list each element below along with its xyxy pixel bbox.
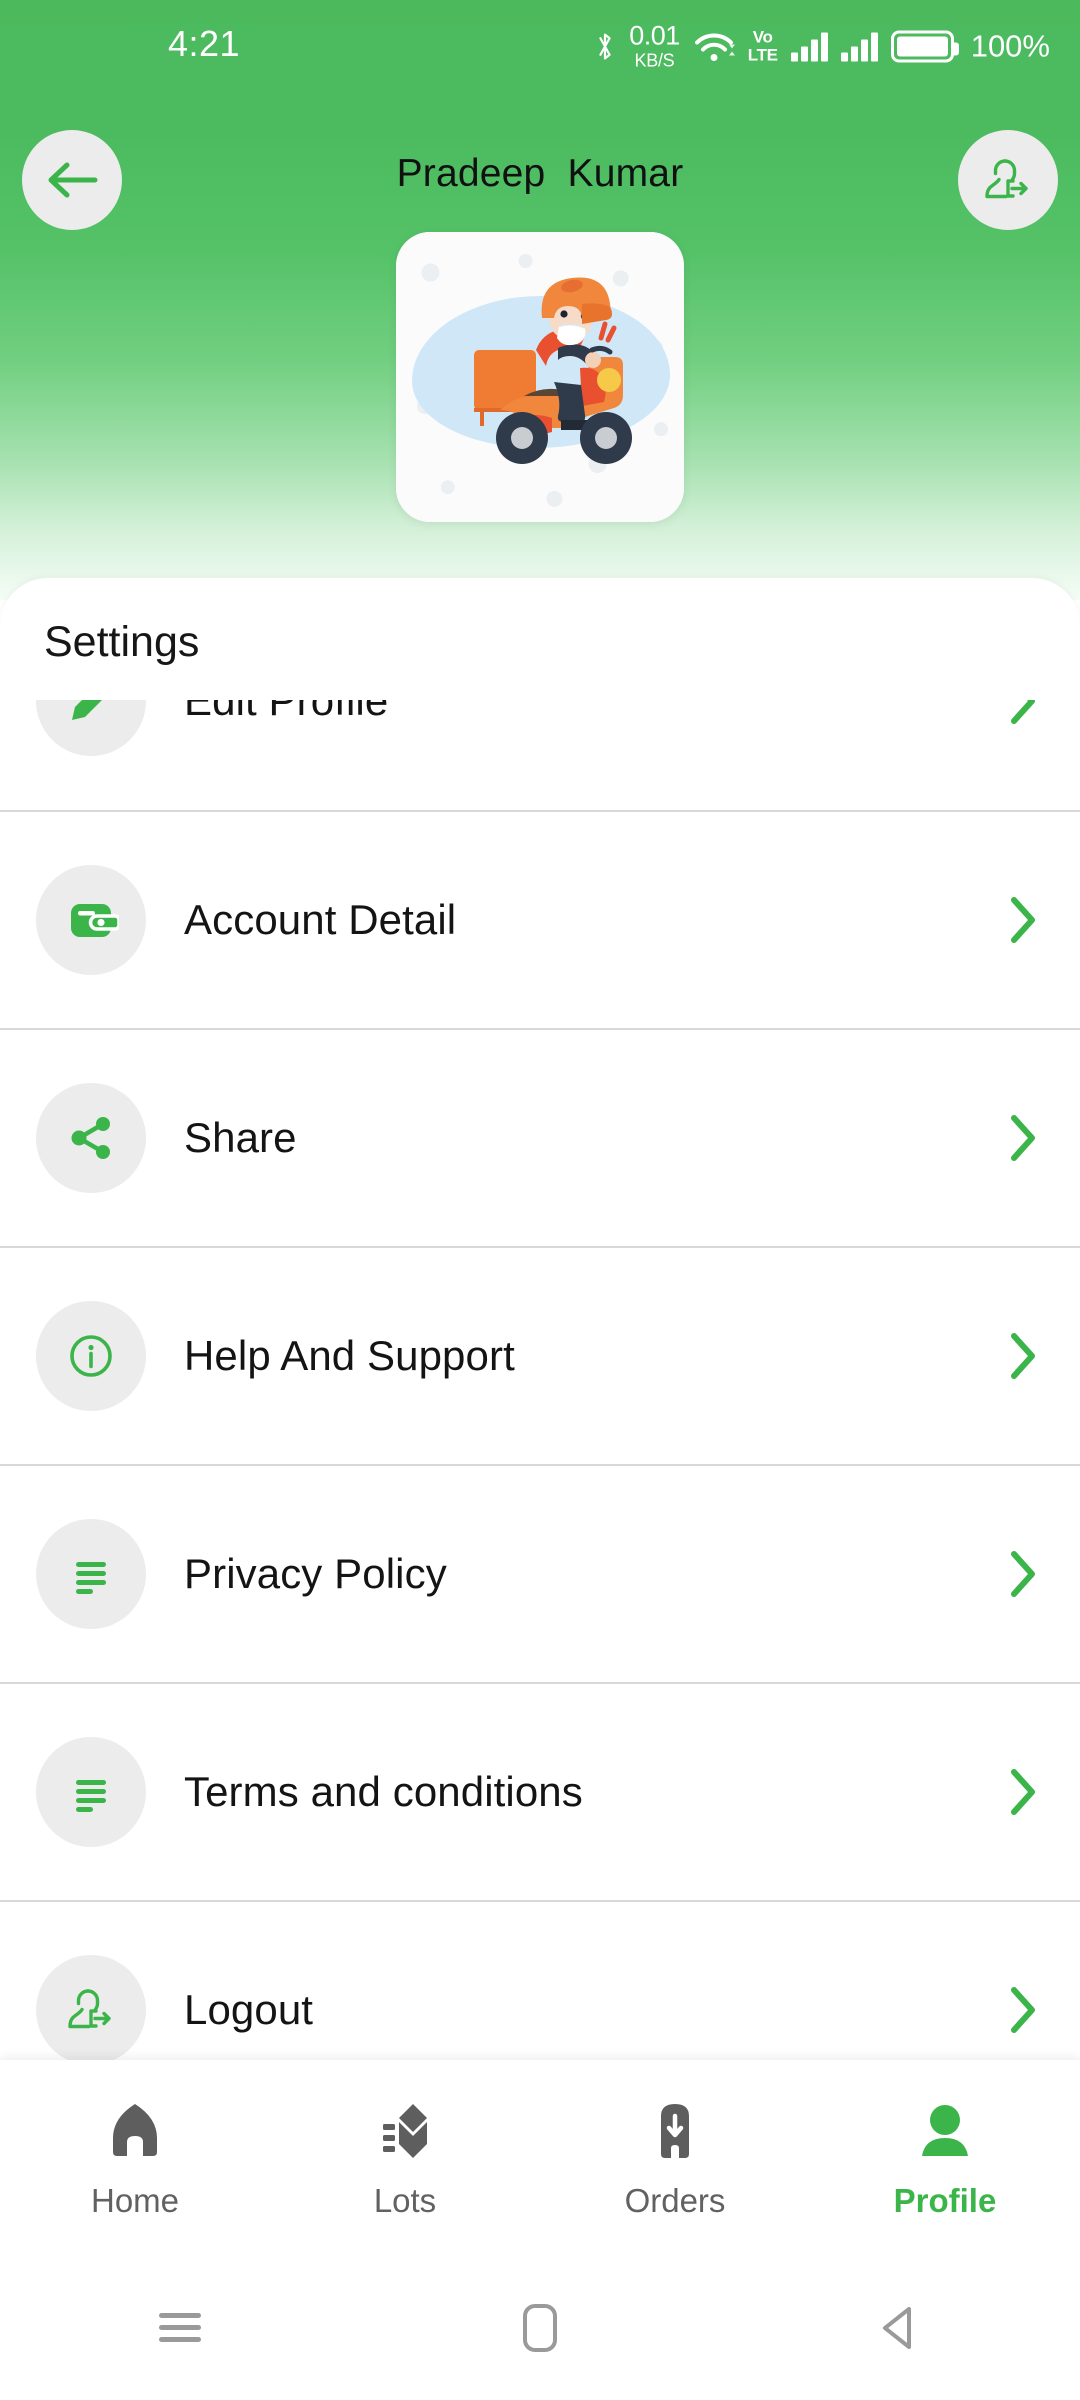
- home-pill-icon: [523, 2303, 557, 2352]
- document-lines-icon: [36, 1737, 146, 1847]
- settings-row-share[interactable]: Share: [0, 1028, 1080, 1246]
- chevron-right-icon: [1006, 1764, 1040, 1820]
- settings-row-terms-and-conditions[interactable]: Terms and conditions: [0, 1682, 1080, 1900]
- pencil-edit-icon: [36, 700, 146, 756]
- signal-bars-icon-sim1: [790, 31, 828, 61]
- lots-box-icon: [383, 2103, 427, 2158]
- signal-bars-icon-sim2: [840, 31, 878, 61]
- network-speed-value: 0.01: [629, 20, 680, 51]
- settings-row-label: Terms and conditions: [184, 1768, 583, 1815]
- share-icon: [36, 1083, 146, 1193]
- orders-box-download-icon: [661, 2103, 689, 2158]
- android-navigation-bar: [0, 2255, 1080, 2400]
- nav-tab-label: Orders: [624, 2181, 726, 2219]
- document-lines-icon: [36, 1519, 146, 1629]
- settings-row-account-detail[interactable]: Account Detail: [0, 810, 1080, 1028]
- nav-tab-label: Home: [90, 2181, 180, 2219]
- settings-row-privacy-policy[interactable]: Privacy Policy: [0, 1464, 1080, 1682]
- chevron-right-icon: [1006, 1110, 1040, 1166]
- wifi-icon: [693, 29, 735, 63]
- person-icon: [922, 2104, 968, 2156]
- settings-row-edit-profile[interactable]: Edit Profile: [0, 700, 1080, 810]
- network-speed-unit: KB/S: [634, 50, 675, 71]
- nav-tab-label: Profile: [893, 2181, 997, 2219]
- settings-row-label: Help And Support: [184, 1332, 515, 1379]
- chevron-right-icon: [1006, 892, 1040, 948]
- battery-percent-label: 100%: [970, 28, 1050, 63]
- chevron-right-icon: [1006, 1982, 1040, 2038]
- bottom-navigation-bar: Home Lots Orders Profile: [0, 2060, 1080, 2255]
- status-bar: 4:21 0.01 KB/S Vo LTE 100%: [0, 0, 1080, 96]
- info-circle-icon: [36, 1301, 146, 1411]
- bluetooth-icon: [599, 32, 611, 60]
- phone-screen: 4:21 0.01 KB/S Vo LTE 100% Pradeep Kumar…: [0, 0, 1080, 2400]
- nav-tab-profile[interactable]: Profile: [810, 2096, 1080, 2220]
- home-icon: [113, 2103, 157, 2156]
- settings-row-label: Logout: [184, 1986, 314, 2033]
- header-logout-button[interactable]: [958, 130, 1058, 230]
- page-title: Pradeep Kumar: [396, 152, 684, 195]
- network-speed-indicator: 0.01 KB/S: [629, 20, 680, 71]
- settings-list[interactable]: Edit Profile Account Detail Share Help A…: [0, 700, 1080, 2090]
- nav-tab-home[interactable]: Home: [0, 2096, 270, 2220]
- status-time: 4:21: [168, 23, 241, 64]
- volte-indicator: Vo LTE: [748, 28, 778, 64]
- nav-tab-label: Lots: [373, 2181, 437, 2219]
- chevron-right-icon: [1006, 1328, 1040, 1384]
- android-home-button[interactable]: [360, 2303, 720, 2352]
- volte-line-1: Vo: [752, 27, 773, 47]
- chevron-right-icon: [1006, 1546, 1040, 1602]
- settings-row-label: Account Detail: [184, 896, 457, 943]
- back-triangle-icon: [883, 2306, 911, 2349]
- menu-recents-icon: [159, 2306, 201, 2349]
- nav-tab-orders[interactable]: Orders: [540, 2096, 810, 2220]
- delivery-rider-illustration: [474, 277, 632, 464]
- settings-row-label: Privacy Policy: [184, 1550, 447, 1597]
- settings-row-help-and-support[interactable]: Help And Support: [0, 1246, 1080, 1464]
- settings-heading: Settings: [44, 618, 200, 666]
- settings-row-label: Edit Profile: [184, 700, 389, 724]
- user-logout-icon: [985, 159, 1028, 199]
- chevron-right-icon: [1006, 700, 1040, 729]
- avatar[interactable]: [396, 232, 684, 522]
- android-recents-button[interactable]: [0, 2306, 360, 2349]
- nav-tab-lots[interactable]: Lots: [270, 2096, 540, 2220]
- status-icons-group: 0.01 KB/S Vo LTE 100%: [594, 20, 1050, 71]
- battery-icon: [890, 30, 959, 62]
- android-back-button[interactable]: [720, 2303, 1080, 2353]
- settings-row-label: Share: [184, 1114, 297, 1161]
- wallet-icon: [36, 865, 146, 975]
- user-logout-icon: [36, 1955, 146, 2065]
- volte-line-2: LTE: [747, 45, 778, 64]
